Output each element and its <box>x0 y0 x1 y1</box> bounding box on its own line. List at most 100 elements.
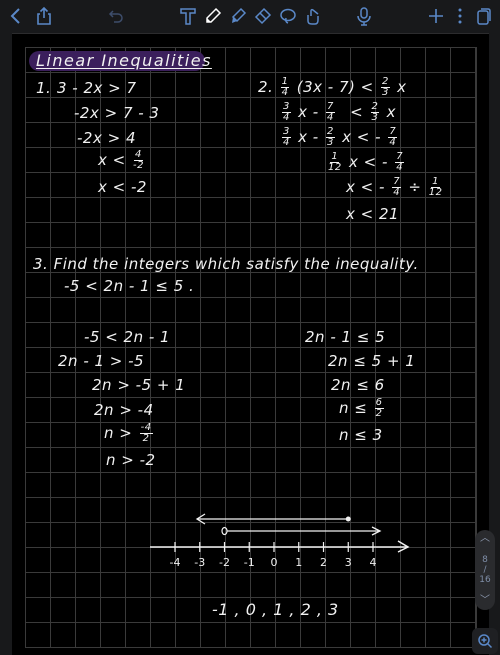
fraction: 62 <box>374 398 384 419</box>
left-step: 2n > -4 <box>94 401 154 419</box>
back-button[interactable] <box>4 4 28 28</box>
hand-gesture-button[interactable] <box>301 4 325 28</box>
text: ÷ <box>408 178 422 196</box>
fraction: 74 <box>392 177 402 198</box>
page-counter: 8 / 16 <box>479 555 490 585</box>
text: x < - <box>346 178 385 196</box>
note-title: Linear Inequalities <box>36 51 212 70</box>
problem2-line: x < - 74 ÷ 1 12 <box>346 177 444 198</box>
total-pages: 16 <box>479 575 491 585</box>
pages-icon <box>477 8 491 25</box>
denominator: 4 <box>396 162 404 173</box>
denominator: 3 <box>327 137 334 148</box>
fraction: 74 <box>388 127 398 148</box>
text-tool-button[interactable] <box>176 4 200 28</box>
denominator: -2 <box>133 160 144 171</box>
fraction: 23 <box>370 102 380 123</box>
denominator: 4 <box>283 112 290 123</box>
right-step: 2n - 1 ≤ 5 <box>305 328 386 346</box>
denominator: 12 <box>328 162 342 173</box>
share-icon <box>37 6 51 25</box>
left-step: 2n - 1 > -5 <box>58 352 145 370</box>
text: < <box>350 103 364 121</box>
fraction: 1 12 <box>429 177 443 198</box>
undo-button[interactable] <box>104 4 128 28</box>
problem3-prompt: 3. Find the integers which satisfy the i… <box>33 255 419 273</box>
fraction: 74 <box>395 152 405 173</box>
zoom-in-icon <box>478 634 493 649</box>
text: x - <box>298 128 319 146</box>
fraction: 74 <box>326 102 335 123</box>
more-button[interactable] <box>448 4 472 28</box>
undo-icon <box>108 10 123 23</box>
denominator: 4 <box>281 87 289 98</box>
problem2-line: 1 12 x < - 74 <box>326 152 406 173</box>
problem1-line: 3 - 2x > 7 <box>57 79 137 97</box>
eraser-tool-button[interactable] <box>251 4 275 28</box>
right-step: n ≤ 62 <box>339 398 386 419</box>
fraction: -4 2 <box>139 423 153 444</box>
right-step: n ≤ 3 <box>339 426 383 444</box>
current-page: 8 <box>482 555 488 565</box>
problem1-label: 1. <box>36 79 52 97</box>
answer: -1 , 0 , 1 , 2 , 3 <box>212 600 339 619</box>
denominator: 2 <box>375 408 383 419</box>
fraction: 34 <box>282 127 291 148</box>
microphone-icon <box>357 7 371 26</box>
lasso-tool-icon <box>280 8 296 24</box>
text: x - <box>298 103 319 121</box>
add-icon <box>429 9 443 23</box>
eraser-tool-icon <box>254 7 272 25</box>
pen-tool-icon <box>206 7 222 23</box>
text: x < - <box>342 128 382 146</box>
toolbar <box>0 0 500 32</box>
page-down-button[interactable]: ﹀ <box>480 596 490 606</box>
denominator: 4 <box>389 137 397 148</box>
problem2-line: 3 4 x - 74 < 23 x <box>280 102 396 123</box>
page-border <box>12 33 489 34</box>
problem3-inequality: -5 < 2n - 1 ≤ 5 . <box>64 277 195 295</box>
add-button[interactable] <box>424 4 448 28</box>
page-up-button[interactable]: ︿ <box>480 534 490 544</box>
right-step: 2n ≤ 6 <box>331 376 385 394</box>
right-step: 2n ≤ 5 + 1 <box>328 352 416 370</box>
left-step: 2n > -5 + 1 <box>92 376 186 394</box>
problem2-line: 34 x - 23 x < - 74 <box>280 127 399 148</box>
left-step: -5 < 2n - 1 <box>84 328 171 346</box>
text: x <box>397 78 407 96</box>
denominator: 3 <box>381 87 389 98</box>
problem2-line: 2. 14 (3x - 7) < 23 x <box>258 77 407 98</box>
fraction: 23 <box>326 127 335 148</box>
problem1-line: -2x > 4 <box>77 129 136 147</box>
hand-gesture-icon <box>307 8 319 25</box>
text: n ≤ <box>339 399 368 417</box>
text: x < <box>98 151 126 169</box>
problem1-line: -2x > 7 - 3 <box>74 104 160 122</box>
microphone-button[interactable] <box>352 4 376 28</box>
text: (3x - 7) < <box>296 78 374 96</box>
problem2-line: x < 21 <box>346 205 400 223</box>
denominator: 12 <box>428 187 443 198</box>
problem1-line: x < -2 <box>98 178 147 196</box>
denominator: 4 <box>327 112 334 123</box>
pen-tool-button[interactable] <box>201 4 225 28</box>
zoom-button[interactable] <box>472 628 498 654</box>
denominator: 2 <box>142 433 150 444</box>
lasso-tool-button[interactable] <box>276 4 300 28</box>
share-button[interactable] <box>32 4 56 28</box>
more-icon <box>458 8 462 24</box>
text: x <box>386 103 397 121</box>
fraction: 1 12 <box>328 152 342 173</box>
highlighter-tool-icon <box>231 7 247 23</box>
page-separator: / <box>483 565 487 575</box>
highlighter-tool-button[interactable] <box>226 4 250 28</box>
problem2-label: 2. <box>258 78 274 96</box>
denominator: 3 <box>371 112 379 123</box>
text: x < - <box>349 153 388 171</box>
left-step: n > -2 <box>106 451 156 469</box>
pages-button[interactable] <box>472 4 496 28</box>
text-tool-icon <box>180 8 196 25</box>
left-step: n > -4 2 <box>104 423 155 444</box>
problem1-line: x < 4 -2 <box>98 150 146 171</box>
text: n > <box>104 424 133 442</box>
